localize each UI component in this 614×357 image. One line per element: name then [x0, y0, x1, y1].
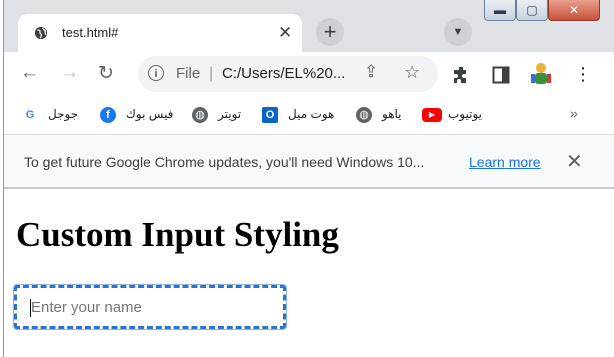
menu-icon[interactable]: ⋮ — [574, 64, 592, 85]
globe-icon: ◍ — [192, 107, 208, 123]
minimize-button[interactable]: ▬ — [484, 0, 516, 21]
bookmarks-overflow-icon[interactable]: » — [570, 105, 578, 121]
toolbar: ← → ↻ i File | C:/Users/EL%20... ⇪ ☆ ⋮ — [4, 52, 614, 98]
tab-close-icon[interactable]: ✕ — [278, 23, 292, 43]
text-caret — [30, 299, 31, 317]
page-heading: Custom Input Styling — [16, 215, 339, 254]
tab-title: test.html# — [62, 25, 119, 40]
tab-active[interactable]: test.html# ✕ — [18, 14, 302, 52]
facebook-icon: f — [100, 107, 116, 123]
learn-more-link[interactable]: Learn more — [469, 154, 541, 170]
bookmark-google[interactable]: جوجل — [48, 107, 78, 121]
address-url[interactable]: C:/Users/EL%20... — [222, 65, 345, 82]
address-bar[interactable]: i File | C:/Users/EL%20... ⇪ ☆ — [138, 56, 438, 92]
name-input[interactable] — [13, 284, 287, 330]
forward-icon[interactable]: → — [60, 62, 79, 84]
google-icon: G — [25, 109, 35, 121]
info-icon[interactable]: i — [148, 65, 164, 81]
infobar-message: To get future Google Chrome updates, you… — [24, 154, 425, 170]
reload-icon[interactable]: ↻ — [98, 62, 114, 85]
back-icon[interactable]: ← — [20, 62, 39, 84]
profile-avatar-icon[interactable] — [530, 62, 552, 86]
bookmark-star-icon[interactable]: ☆ — [404, 62, 420, 83]
globe-icon — [34, 26, 48, 40]
globe-icon: ◍ — [356, 107, 372, 123]
maximize-button[interactable]: ▢ — [516, 0, 548, 21]
bookmark-facebook[interactable]: فيس بوك — [126, 107, 173, 121]
bookmark-yahoo[interactable]: ياهو — [382, 107, 402, 121]
address-separator: | — [209, 65, 214, 82]
close-window-button[interactable]: ✕ — [548, 0, 600, 21]
bookmark-hotmail[interactable]: هوت ميل — [288, 107, 334, 121]
bookmark-youtube[interactable]: يوتيوب — [448, 107, 482, 121]
infobar-close-icon[interactable]: ✕ — [566, 149, 583, 174]
tab-search-button[interactable]: ▼ — [444, 18, 472, 46]
share-icon[interactable]: ⇪ — [364, 62, 378, 82]
browser-window: ▬ ▢ ✕ test.html# ✕ + ▼ ← → ↻ i File | C:… — [3, 0, 614, 357]
new-tab-button[interactable]: + — [316, 18, 344, 46]
bookmark-twitter[interactable]: تويتر — [218, 107, 241, 121]
outlook-icon: O — [262, 107, 278, 123]
youtube-icon: ▶ — [422, 108, 442, 122]
page-content: Custom Input Styling — [4, 189, 614, 357]
address-scheme: File — [176, 65, 201, 82]
bookmarks-bar: G جوجل f فيس بوك ◍ تويتر O هوت ميل ◍ ياه… — [4, 98, 614, 135]
extensions-icon[interactable] — [452, 66, 470, 84]
update-infobar: To get future Google Chrome updates, you… — [4, 135, 614, 189]
side-panel-icon[interactable] — [492, 66, 510, 84]
